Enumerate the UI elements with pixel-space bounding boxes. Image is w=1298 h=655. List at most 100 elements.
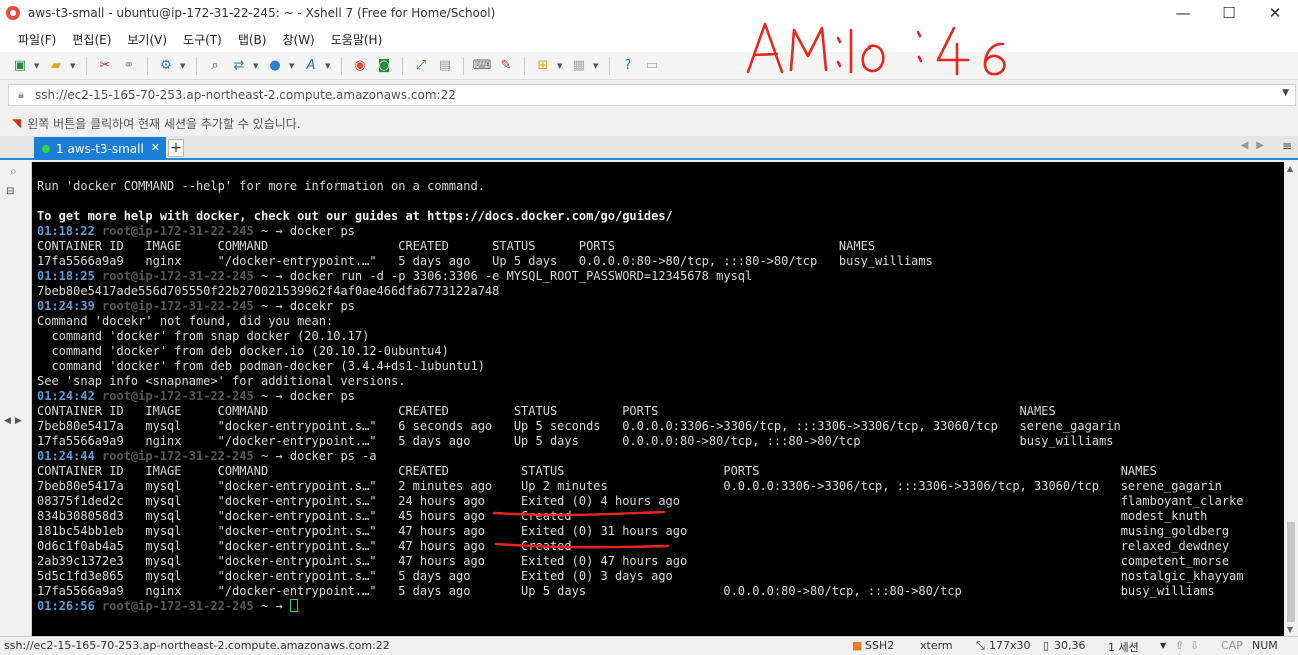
prompt-command: docker ps bbox=[289, 389, 355, 403]
scroll-down-icon[interactable]: ▼ bbox=[1287, 625, 1293, 634]
terminal-output-line: 17fa5566a9a9 nginx "/docker-entrypoint.…… bbox=[37, 434, 1114, 448]
prompt-arrow: ~ → bbox=[253, 224, 290, 238]
scrollbar-thumb[interactable] bbox=[1287, 522, 1295, 622]
globe-icon[interactable]: ● bbox=[265, 56, 285, 76]
lock-icon[interactable]: ▤ bbox=[435, 56, 455, 76]
xagent-icon[interactable]: ◙ bbox=[374, 56, 394, 76]
status-terminal-type: xterm bbox=[920, 639, 953, 652]
toolbar-divider bbox=[196, 56, 197, 75]
fullscreen-icon[interactable]: ⤢ bbox=[411, 56, 431, 76]
new-session-icon[interactable]: ▣ bbox=[10, 56, 30, 76]
terminal-output-line: CONTAINER ID IMAGE COMMAND CREATED STATU… bbox=[37, 404, 1056, 418]
terminal-scrollbar[interactable]: ▲ ▼ bbox=[1284, 162, 1298, 636]
sessions-dropdown-icon[interactable]: ▼ bbox=[1160, 641, 1166, 650]
close-button[interactable]: ✕ bbox=[1252, 0, 1298, 26]
menu-file[interactable]: 파일(F) bbox=[10, 31, 64, 48]
search-icon[interactable]: ⌕ bbox=[205, 56, 225, 76]
session-side-panel: ⌕ ⊟ ◀▶ bbox=[0, 162, 32, 636]
prompt-arrow: ~ → bbox=[253, 269, 290, 283]
prompt-command: docekr ps bbox=[289, 299, 355, 313]
status-sessions[interactable]: 1 세션 bbox=[1108, 639, 1139, 655]
close-icon[interactable]: ✕ bbox=[151, 141, 160, 154]
prompt-time: 01:18:25 bbox=[37, 269, 95, 283]
chevron-down-icon[interactable]: ▼ bbox=[253, 62, 261, 70]
chevron-down-icon[interactable]: ▼ bbox=[289, 62, 297, 70]
add-session-icon[interactable]: ⊞ bbox=[533, 56, 553, 76]
chevron-down-icon[interactable]: ▼ bbox=[593, 62, 601, 70]
connected-status-icon bbox=[42, 144, 50, 153]
menu-edit[interactable]: 편집(E) bbox=[64, 31, 119, 48]
menu-bar: 파일(F) 편집(E) 보기(V) 도구(T) 탭(B) 창(W) 도움말(H) bbox=[0, 26, 1298, 52]
prompt-command: docker run -d -p 3306:3306 -e MYSQL_ROOT… bbox=[289, 269, 753, 283]
terminal-prompt-line: 01:18:25 root@ip-172-31-22-245 ~ → docke… bbox=[37, 269, 1284, 284]
layout-icon[interactable]: ▦ bbox=[569, 56, 589, 76]
terminal-output-line: To get more help with docker, check out … bbox=[37, 209, 673, 223]
keyboard-icon[interactable]: ⌨ bbox=[472, 56, 492, 76]
properties-icon[interactable]: ⚙ bbox=[156, 56, 176, 76]
scroll-up-arrow-icon[interactable]: ⇧ bbox=[1175, 639, 1184, 652]
xshell-logo-icon bbox=[6, 6, 20, 20]
highlight-icon[interactable]: ✎ bbox=[496, 56, 516, 76]
cursor-icon: ▯ bbox=[1043, 639, 1050, 652]
prompt-user: root@ip-172-31-22-245 bbox=[102, 389, 254, 403]
chevron-down-icon[interactable]: ▼ bbox=[34, 62, 42, 70]
font-icon[interactable]: A bbox=[301, 56, 321, 76]
prompt-user: root@ip-172-31-22-245 bbox=[102, 599, 254, 613]
minimize-button[interactable]: — bbox=[1160, 0, 1206, 26]
address-input[interactable]: ssh://ec2-15-165-70-253.ap-northeast-2.c… bbox=[35, 88, 456, 102]
scroll-down-arrow-icon[interactable]: ⇩ bbox=[1190, 639, 1199, 652]
session-hint-text: 왼쪽 버튼을 클릭하여 현재 세션을 추가할 수 있습니다. bbox=[27, 116, 301, 131]
scroll-up-icon[interactable]: ▲ bbox=[1287, 164, 1293, 173]
open-folder-icon[interactable]: ▰ bbox=[46, 56, 66, 76]
terminal-cursor bbox=[289, 599, 298, 612]
terminal-output-line: 7beb80e5417a mysql "docker-entrypoint.s…… bbox=[37, 419, 1121, 433]
chat-icon[interactable]: ▭ bbox=[642, 56, 662, 76]
chevron-down-icon[interactable]: ▼ bbox=[1282, 88, 1289, 98]
xftp-icon[interactable]: ◉ bbox=[350, 56, 370, 76]
menu-help[interactable]: 도움말(H) bbox=[323, 31, 391, 48]
help-icon[interactable]: ? bbox=[618, 56, 638, 76]
terminal-output-line: 17fa5566a9a9 nginx "/docker-entrypoint.…… bbox=[37, 254, 933, 268]
chevron-down-icon[interactable]: ▼ bbox=[70, 62, 78, 70]
terminal-output-line: 181bc54bb1eb mysql "docker-entrypoint.s…… bbox=[37, 524, 1230, 538]
chevron-down-icon[interactable]: ▼ bbox=[557, 62, 565, 70]
toolbar-divider bbox=[609, 56, 610, 75]
menu-view[interactable]: 보기(V) bbox=[119, 31, 175, 48]
toolbar-divider bbox=[147, 56, 148, 75]
prompt-user: root@ip-172-31-22-245 bbox=[102, 449, 254, 463]
prompt-arrow: ~ → bbox=[253, 389, 290, 403]
tree-expand-icon[interactable]: ⊟ bbox=[6, 186, 14, 197]
add-tab-button[interactable]: + bbox=[168, 139, 184, 157]
prompt-user: root@ip-172-31-22-245 bbox=[102, 269, 254, 283]
tab-aws-t3-small[interactable]: 1 aws-t3-small ✕ bbox=[34, 137, 166, 160]
tab-menu-icon[interactable]: ≡ bbox=[1282, 139, 1292, 153]
chevron-down-icon[interactable]: ▼ bbox=[325, 62, 333, 70]
prompt-command: docker ps bbox=[289, 224, 355, 238]
status-cursor-position: 30,36 bbox=[1054, 639, 1086, 652]
reconnect-icon[interactable]: ✂ bbox=[95, 56, 115, 76]
menu-window[interactable]: 창(W) bbox=[274, 31, 322, 48]
bookmark-icon[interactable]: ◥ bbox=[12, 116, 21, 130]
prompt-time: 01:24:39 bbox=[37, 299, 95, 313]
window-title: aws-t3-small - ubuntu@ip-172-31-22-245: … bbox=[28, 6, 496, 20]
menu-tab[interactable]: 탭(B) bbox=[230, 31, 275, 48]
terminal-output[interactable]: Run 'docker COMMAND --help' for more inf… bbox=[32, 162, 1284, 636]
terminal-output-line: CONTAINER ID IMAGE COMMAND CREATED STATU… bbox=[37, 464, 1157, 478]
toolbar-divider bbox=[524, 56, 525, 75]
transfer-icon[interactable]: ⇄ bbox=[229, 56, 249, 76]
status-caps-lock: CAP bbox=[1221, 639, 1243, 652]
tab-scroll-arrows[interactable]: ◀▶ bbox=[1241, 140, 1272, 151]
chevron-down-icon[interactable]: ▼ bbox=[180, 62, 188, 70]
maximize-button[interactable]: ☐ bbox=[1206, 0, 1252, 26]
terminal-output-line: Run 'docker COMMAND --help' for more inf… bbox=[37, 179, 485, 193]
terminal-output-line: See 'snap info <snapname>' for additiona… bbox=[37, 374, 406, 388]
prompt-user: root@ip-172-31-22-245 bbox=[102, 299, 254, 313]
menu-tools[interactable]: 도구(T) bbox=[175, 31, 230, 48]
search-icon[interactable]: ⌕ bbox=[10, 164, 17, 179]
terminal-output-line: 7beb80e5417ade556d705550f22b270021539962… bbox=[37, 284, 500, 298]
toolbar-divider bbox=[402, 56, 403, 75]
address-bar[interactable]: 🔒︎ ssh://ec2-15-165-70-253.ap-northeast-… bbox=[8, 84, 1296, 106]
terminal-prompt-line: 01:24:44 root@ip-172-31-22-245 ~ → docke… bbox=[37, 449, 1284, 464]
disconnect-icon[interactable]: ⚭ bbox=[119, 56, 139, 76]
panel-collapse-arrows[interactable]: ◀▶ bbox=[4, 416, 26, 426]
